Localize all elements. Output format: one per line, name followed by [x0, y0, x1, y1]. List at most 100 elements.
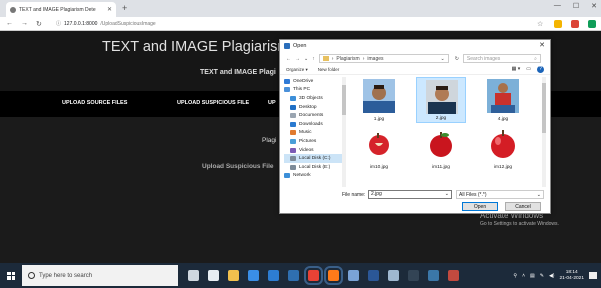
file-item[interactable]	[416, 173, 466, 187]
sidebar-item-local-disk-c[interactable]: Local Disk (C:)	[284, 154, 342, 163]
notification-icon[interactable]	[589, 272, 597, 279]
sidebar-item-downloads[interactable]: Downloads	[284, 120, 342, 129]
python-icon[interactable]	[428, 270, 439, 281]
star-icon[interactable]: ☆	[537, 20, 545, 28]
file-explorer-icon[interactable]	[228, 270, 239, 281]
terminal-icon[interactable]	[408, 270, 419, 281]
sidebar-scroll-thumb[interactable]	[342, 85, 346, 115]
forward-icon[interactable]: →	[295, 56, 300, 62]
store-icon[interactable]	[248, 270, 259, 281]
sidebar-item-onedrive[interactable]: OneDrive	[284, 77, 342, 86]
file-item[interactable]	[478, 173, 528, 187]
minimize-icon[interactable]: —	[554, 2, 561, 10]
photos-icon[interactable]	[348, 270, 359, 281]
file-type-select[interactable]: All Files (*.*) ⌄	[456, 190, 544, 199]
sidebar-item-music[interactable]: Music	[284, 129, 342, 138]
start-button[interactable]	[0, 263, 22, 288]
mail-icon[interactable]	[288, 270, 299, 281]
pen-icon[interactable]: ✎	[540, 273, 544, 279]
forward-icon[interactable]: →	[21, 20, 28, 28]
sidebar-scrollbar[interactable]	[342, 77, 346, 187]
info-icon: ⓘ	[56, 21, 62, 27]
sidebar-item-local-disk-e[interactable]: Local Disk (E:)	[284, 163, 342, 172]
dialog-close-icon[interactable]: ✕	[539, 41, 545, 49]
up-icon[interactable]: ↑	[312, 56, 315, 62]
sidebar-item-label: Music	[299, 130, 312, 136]
file-item[interactable]: 2.jpg	[416, 77, 466, 123]
browser-tab-bar: TEXT and IMAGE Plagiarism Dete ✕ + — ☐ ✕	[0, 0, 601, 17]
refresh-icon[interactable]: ↻	[455, 56, 459, 62]
taskbar-search-input[interactable]: Type here to search	[22, 265, 178, 286]
app-icon[interactable]	[448, 270, 459, 281]
file-name: im11.jpg	[432, 165, 450, 170]
folder-icon	[290, 121, 296, 127]
grid-scroll-thumb[interactable]	[542, 83, 546, 133]
sidebar-item-documents[interactable]: Documents	[284, 111, 342, 120]
notepad-icon[interactable]	[388, 270, 399, 281]
word-icon[interactable]	[368, 270, 379, 281]
file-item[interactable]: im12.jpg	[478, 125, 528, 171]
new-folder-button[interactable]: New folder	[318, 67, 340, 72]
reload-icon[interactable]: ↻	[36, 20, 42, 28]
url-field[interactable]: ⓘ 127.0.0.1:8000/UploadSuspiciousImage	[56, 20, 156, 28]
chevron-down-icon[interactable]: ⌄	[441, 56, 445, 62]
extension-icons: ☆	[537, 20, 596, 28]
edge-icon[interactable]	[268, 270, 279, 281]
sidebar-item-videos[interactable]: Videos	[284, 146, 342, 155]
close-window-icon[interactable]: ✕	[591, 2, 597, 10]
sidebar-item-network[interactable]: Network	[284, 172, 342, 181]
organize-button[interactable]: Organize ▾	[286, 67, 308, 73]
nav-upload-suspicious-file[interactable]: UPLOAD SUSPICIOUS FILE	[177, 100, 249, 106]
task-view-icon[interactable]	[208, 270, 219, 281]
sidebar-item-label: Local Disk (E:)	[299, 164, 331, 170]
chevron-up-icon[interactable]: ˄	[522, 273, 525, 279]
open-button[interactable]: Open	[462, 202, 498, 211]
chrome-icon[interactable]	[304, 266, 323, 285]
file-name: 2.jpg	[435, 116, 447, 121]
browser-tab[interactable]: TEXT and IMAGE Plagiarism Dete ✕	[6, 2, 116, 17]
network-icon[interactable]: ▤	[530, 273, 535, 279]
sidebar-item-label: 3D Objects	[299, 95, 323, 101]
breadcrumb-images[interactable]: images	[367, 56, 383, 62]
back-icon[interactable]: ←	[6, 20, 13, 28]
maximize-icon[interactable]: ☐	[573, 2, 579, 10]
preview-pane-icon[interactable]: ▭	[526, 66, 531, 73]
sidebar-item-this-pc[interactable]: This PC	[284, 86, 342, 95]
breadcrumb[interactable]: › Plagiarism › images ⌄	[318, 54, 449, 63]
filename-input[interactable]: 2.jpg ⌄	[368, 190, 452, 199]
extension-2-icon[interactable]	[571, 20, 579, 28]
file-item[interactable]: 4.jpg	[478, 77, 528, 123]
view-options-icon[interactable]: ▦ ▾	[512, 66, 521, 73]
breadcrumb-plagiarism[interactable]: Plagiarism	[336, 56, 359, 62]
chevron-down-icon[interactable]: ⌄	[445, 191, 449, 198]
sidebar-item-label: Documents	[299, 113, 324, 119]
file-item[interactable]: im11.jpg	[416, 125, 466, 171]
folder-icon	[284, 87, 290, 93]
filename-value: 2.jpg	[371, 191, 382, 197]
search-input[interactable]: Search images ⌕	[462, 54, 541, 63]
people-icon[interactable]: ⚲	[513, 273, 517, 279]
cortana-icon[interactable]	[188, 270, 199, 281]
volume-icon[interactable]: ◀)	[549, 273, 555, 279]
close-tab-icon[interactable]: ✕	[107, 6, 112, 13]
folder-icon	[290, 104, 296, 110]
clock[interactable]: 18:14 21-04-2021	[559, 270, 584, 282]
new-tab-button[interactable]: +	[122, 3, 127, 13]
back-icon[interactable]: ←	[286, 56, 291, 62]
file-item[interactable]	[354, 173, 404, 187]
extension-1-icon[interactable]	[554, 20, 562, 28]
sidebar-item-desktop[interactable]: Desktop	[284, 103, 342, 112]
nav-upload-source-files[interactable]: UPLOAD SOURCE FILES	[62, 100, 127, 106]
system-tray: ⚲ ˄ ▤ ✎ ◀) 18:14 21-04-2021	[513, 263, 597, 288]
sidebar-item-pictures[interactable]: Pictures	[284, 137, 342, 146]
recent-locations-icon[interactable]: ⌄	[304, 56, 308, 62]
nav-item-truncated[interactable]: UP	[268, 100, 276, 106]
file-grid-scrollbar[interactable]	[542, 77, 546, 187]
file-item[interactable]: im10.jpg	[354, 125, 404, 171]
file-item[interactable]: 1.jpg	[354, 77, 404, 123]
sidebar-item-3d-objects[interactable]: 3D Objects	[284, 94, 342, 103]
firefox-icon[interactable]	[324, 266, 343, 285]
help-icon[interactable]: ?	[537, 66, 544, 73]
cancel-button[interactable]: Cancel	[505, 202, 541, 211]
extension-3-icon[interactable]	[588, 20, 596, 28]
